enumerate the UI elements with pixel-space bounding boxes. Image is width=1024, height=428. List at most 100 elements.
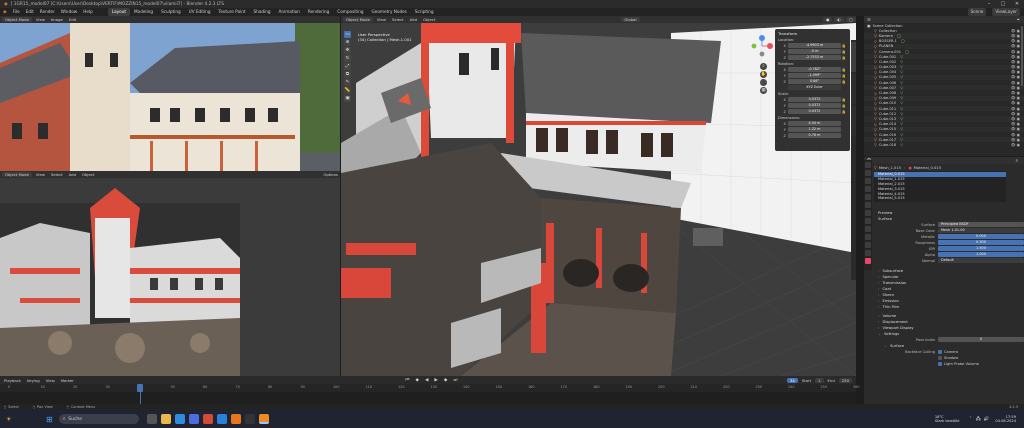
tool-tab-icon[interactable] [865,162,871,168]
lock-icon[interactable]: 🔓 [841,68,847,72]
render-view-select-menu[interactable]: Select [49,172,65,177]
play-reverse-icon[interactable]: ◀ [425,378,428,383]
jump-start-icon[interactable]: ⏮ [405,377,409,383]
network-icon[interactable]: 🖧 [976,415,981,423]
tray-chevron-icon[interactable]: ˄ [970,417,972,422]
scale-x-field[interactable]: 0.0372 [788,97,841,102]
image-editor-image-menu[interactable]: Image [49,17,65,22]
workspace-tab-texture-paint[interactable]: Texture Paint [215,8,250,16]
visibility-icon[interactable]: 👁 ▣ [1011,96,1020,100]
viewport-select-menu[interactable]: Select [390,17,406,22]
visibility-icon[interactable]: 👁 ▣ [1011,138,1020,142]
weather-widget[interactable]: ☀ [6,416,46,423]
scale-tool-icon[interactable]: ⤢ [344,63,351,70]
render-view-view-menu[interactable]: View [34,172,47,177]
start-frame-field[interactable]: 1 [815,377,824,383]
keying-menu[interactable]: Keying [25,378,42,383]
filter-icon[interactable]: ⏷ [1017,17,1020,22]
image-editor-edit-menu[interactable]: Edit [67,17,78,22]
visibility-icon[interactable]: 👁 ▣ [1011,91,1020,95]
task-view-icon[interactable] [146,414,157,424]
particles-tab-icon[interactable] [865,226,871,232]
cursor-tool-icon[interactable]: ⊕ [344,39,351,46]
lock-icon[interactable]: 🔓 [841,50,847,54]
visibility-icon[interactable]: 👁 ▣ [1011,34,1020,38]
modifiers-tab-icon[interactable] [865,218,871,224]
visibility-icon[interactable]: 👁 ▣ [1011,60,1020,64]
visibility-icon[interactable]: 👁 ▣ [1011,143,1020,147]
render-view-add-menu[interactable]: Add [67,172,78,177]
scene-tab-icon[interactable] [865,194,871,200]
explorer-icon[interactable] [160,414,171,424]
outliner-scrollbar[interactable] [1021,26,1023,86]
tab-view[interactable] [851,106,856,136]
search-icon[interactable]: ⌕ [1015,158,1018,164]
transform-orientation[interactable]: Global [621,17,640,22]
scale-z-field[interactable]: 0.0372 [788,109,841,114]
clock[interactable]: 17:59 04.08.2024 [995,415,1016,423]
lock-icon[interactable]: 🔓 [841,98,847,102]
visibility-icon[interactable]: 👁 ▣ [1011,133,1020,137]
visibility-icon[interactable]: 👁 ▣ [1011,127,1020,131]
workspace-tab-shading[interactable]: Shading [250,8,275,16]
taskbar-search[interactable]: ⌕ Suche [58,414,139,424]
lock-icon[interactable]: 🔓 [841,104,847,108]
jump-end-icon[interactable]: ⏭ [453,377,457,383]
add-cube-tool-icon[interactable]: ▣ [344,95,351,102]
playback-menu[interactable]: Playback [2,378,23,383]
weather-info[interactable]: 18°C Stark bewölkt [935,415,960,423]
scene-selector[interactable]: Scene [967,8,987,16]
play-icon[interactable]: ▶ [434,378,437,383]
visibility-icon[interactable]: 👁 ▣ [1011,65,1020,69]
shadow-checkbox[interactable] [938,355,942,360]
visibility-icon[interactable]: 👁 ▣ [1011,101,1020,105]
menu-file[interactable]: File [10,8,23,16]
minimize-button[interactable]: – [982,0,996,8]
menu-render[interactable]: Render [37,8,58,16]
select-box-tool-icon[interactable]: ▭ [344,31,351,38]
tab-item[interactable] [851,42,856,72]
dimension-x-field[interactable]: 4.04 m [788,121,841,126]
visibility-icon[interactable]: 👁 ▣ [1011,75,1020,79]
lock-icon[interactable]: 🔓 [841,74,847,78]
viewport-shading-material-icon[interactable]: ◐ [834,17,844,22]
ior-slider[interactable]: 1.500 [938,246,1024,252]
visibility-icon[interactable]: 👁 ▣ [1011,117,1020,121]
world-tab-icon[interactable] [865,202,871,208]
render-tab-icon[interactable] [865,170,871,176]
marker-menu[interactable]: Marker [59,378,76,383]
light-probe-checkbox[interactable] [938,361,942,366]
alpha-slider[interactable]: 1.000 [938,252,1024,258]
workspace-tab-rendering[interactable]: Rendering [304,8,333,16]
lock-icon[interactable]: 🔓 [841,56,847,60]
view-layer-tab-icon[interactable] [865,186,871,192]
store-icon[interactable] [188,414,199,424]
measure-tool-icon[interactable]: 📏 [344,87,351,94]
location-x-field[interactable]: -4.9903 m [788,43,841,48]
output-tab-icon[interactable] [865,178,871,184]
next-key-icon[interactable]: ◆ [444,378,447,383]
firefox-icon[interactable] [230,414,241,424]
visibility-icon[interactable]: 👁 ▣ [1011,50,1020,54]
material-slot[interactable]: Material_5.015 [874,196,1006,201]
visibility-icon[interactable]: 👁 ▣ [1011,55,1020,59]
annotate-tool-icon[interactable]: ✎ [344,79,351,86]
pan-hand-icon[interactable]: ✋ [760,71,767,78]
camera-view-icon[interactable]: 🎥 [760,79,767,86]
viewport-shading-render-icon[interactable]: ◯ [845,17,856,22]
terminal-icon[interactable] [244,414,255,424]
ortho-toggle-icon[interactable]: ▦ [760,87,767,94]
workspace-tab-geometry-nodes[interactable]: Geometry Nodes [368,8,411,16]
data-tab-icon[interactable] [865,250,871,256]
metallic-slider[interactable]: 0.000 [938,234,1024,240]
base-color-field[interactable]: Mesh 1.01.00 [938,228,1024,234]
lock-icon[interactable]: 🔓 [841,44,847,48]
constraints-tab-icon[interactable] [865,242,871,248]
visibility-icon[interactable]: 👁 ▣ [1011,29,1020,33]
mail-icon[interactable] [216,414,227,424]
workspace-tab-scripting[interactable]: Scripting [411,8,438,16]
volume-icon[interactable]: 🔊 [984,417,990,422]
camera-checkbox[interactable] [938,349,942,354]
rotation-z-field[interactable]: 0.86° [788,79,841,84]
object-tab-icon[interactable] [865,210,871,216]
